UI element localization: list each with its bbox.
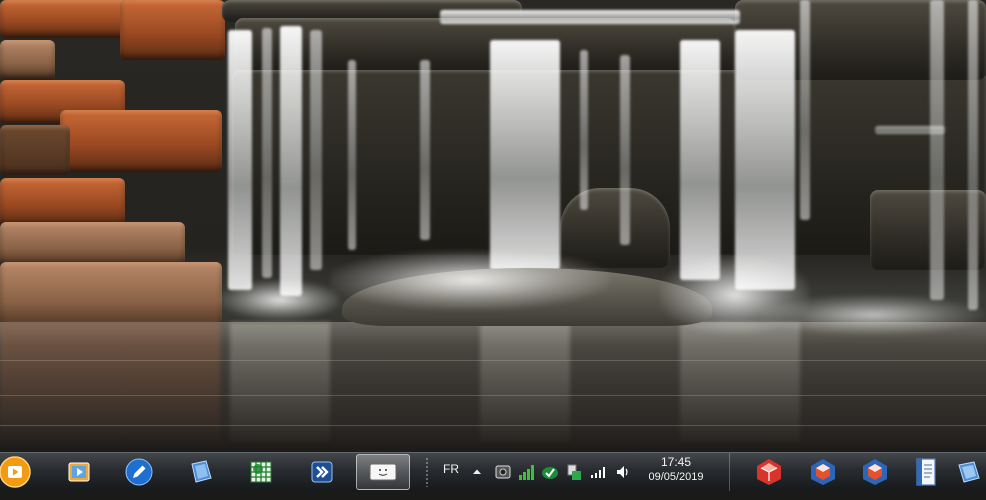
- waterfall-stream: [580, 50, 588, 210]
- waterfall-stream: [968, 0, 978, 310]
- blue-notebook-icon: [958, 461, 980, 483]
- waterfall-crest: [440, 10, 740, 24]
- rock-layer: [0, 0, 135, 38]
- clock-date: 09/05/2019: [648, 471, 704, 483]
- waterfall-stream: [490, 40, 560, 270]
- sketchup-icon: [757, 459, 781, 485]
- tray-grip: [426, 457, 428, 487]
- camera-app-icon[interactable]: [495, 464, 511, 480]
- taskbar-blue-notebook-button[interactable]: [950, 454, 986, 490]
- 3d-cube-app-icon-2: [863, 459, 887, 485]
- waterfall-stream: [930, 0, 944, 300]
- waterfall-stream: [735, 30, 795, 290]
- on-screen-keyboard-icon: [369, 463, 397, 481]
- checkmark-shield-icon[interactable]: [541, 463, 559, 481]
- rock-layer: [120, 0, 225, 60]
- ripple: [0, 425, 986, 426]
- taskbar-notebook-button[interactable]: [174, 454, 228, 490]
- waterfall-stream: [310, 30, 322, 270]
- rock-layer: [0, 222, 185, 266]
- usb-device-icon[interactable]: [566, 463, 582, 481]
- water-reflection: [480, 322, 570, 442]
- rock-layer: [0, 262, 222, 328]
- media-player-start-icon: [0, 456, 31, 488]
- clock-time: 17:45: [660, 455, 692, 469]
- waterfall-stream: [262, 28, 272, 278]
- system-clock[interactable]: 17:45 09/05/2019: [640, 455, 712, 485]
- document-list-icon: [916, 458, 936, 486]
- taskbar-chevron-app-button[interactable]: [295, 454, 349, 490]
- taskbar: FR 17:45 09/05/2019: [0, 452, 986, 491]
- taskbar-spreadsheet-button[interactable]: [234, 454, 288, 490]
- rock-layer: [0, 178, 125, 226]
- taskbar-document-button[interactable]: [899, 454, 953, 490]
- rock-layer: [60, 110, 222, 172]
- splash-mist: [330, 250, 610, 310]
- 3d-cube-app-icon: [811, 459, 835, 485]
- splash-mist: [220, 280, 340, 320]
- pen-app-icon: [125, 458, 153, 486]
- ripple: [0, 360, 986, 361]
- volume-icon[interactable]: [615, 464, 631, 480]
- waterfall-crest: [875, 126, 945, 134]
- water-reflection: [680, 322, 800, 442]
- spreadsheet-grid-icon: [250, 461, 272, 483]
- video-library-icon: [68, 462, 90, 482]
- taskbar-3d-app-button[interactable]: [796, 454, 850, 490]
- rock-layer: [0, 125, 70, 175]
- taskbar-keyboard-button[interactable]: [356, 454, 410, 490]
- notebook-icon: [191, 460, 212, 483]
- taskbar-pen-app-button[interactable]: [112, 454, 166, 490]
- taskbar-3d-app-button-2[interactable]: [848, 454, 902, 490]
- waterfall-stream: [680, 40, 720, 280]
- waterfall-stream: [348, 60, 356, 250]
- waterfall-stream: [228, 30, 252, 290]
- desktop-wallpaper: [0, 0, 986, 452]
- show-desktop-button[interactable]: [729, 453, 736, 491]
- waterfall-stream: [620, 55, 630, 245]
- rock-layer: [0, 40, 55, 80]
- water-reflection: [230, 322, 330, 442]
- waterfall-stream: [280, 26, 302, 296]
- ripple: [0, 395, 986, 396]
- rock-reflection: [0, 322, 220, 442]
- waterfall-stream: [420, 60, 430, 240]
- splash-mist: [760, 295, 986, 335]
- waterfall-stream: [800, 0, 810, 220]
- show-hidden-icons-chevron[interactable]: [472, 467, 482, 477]
- media-player-start-button[interactable]: [0, 455, 36, 489]
- network-signal-icon[interactable]: [590, 465, 606, 479]
- signal-bars-green-icon[interactable]: [518, 463, 536, 481]
- taskbar-video-library-button[interactable]: [52, 454, 106, 490]
- language-indicator[interactable]: FR: [443, 462, 459, 500]
- double-chevron-app-icon: [311, 461, 333, 483]
- taskbar-sketchup-button[interactable]: [742, 454, 796, 490]
